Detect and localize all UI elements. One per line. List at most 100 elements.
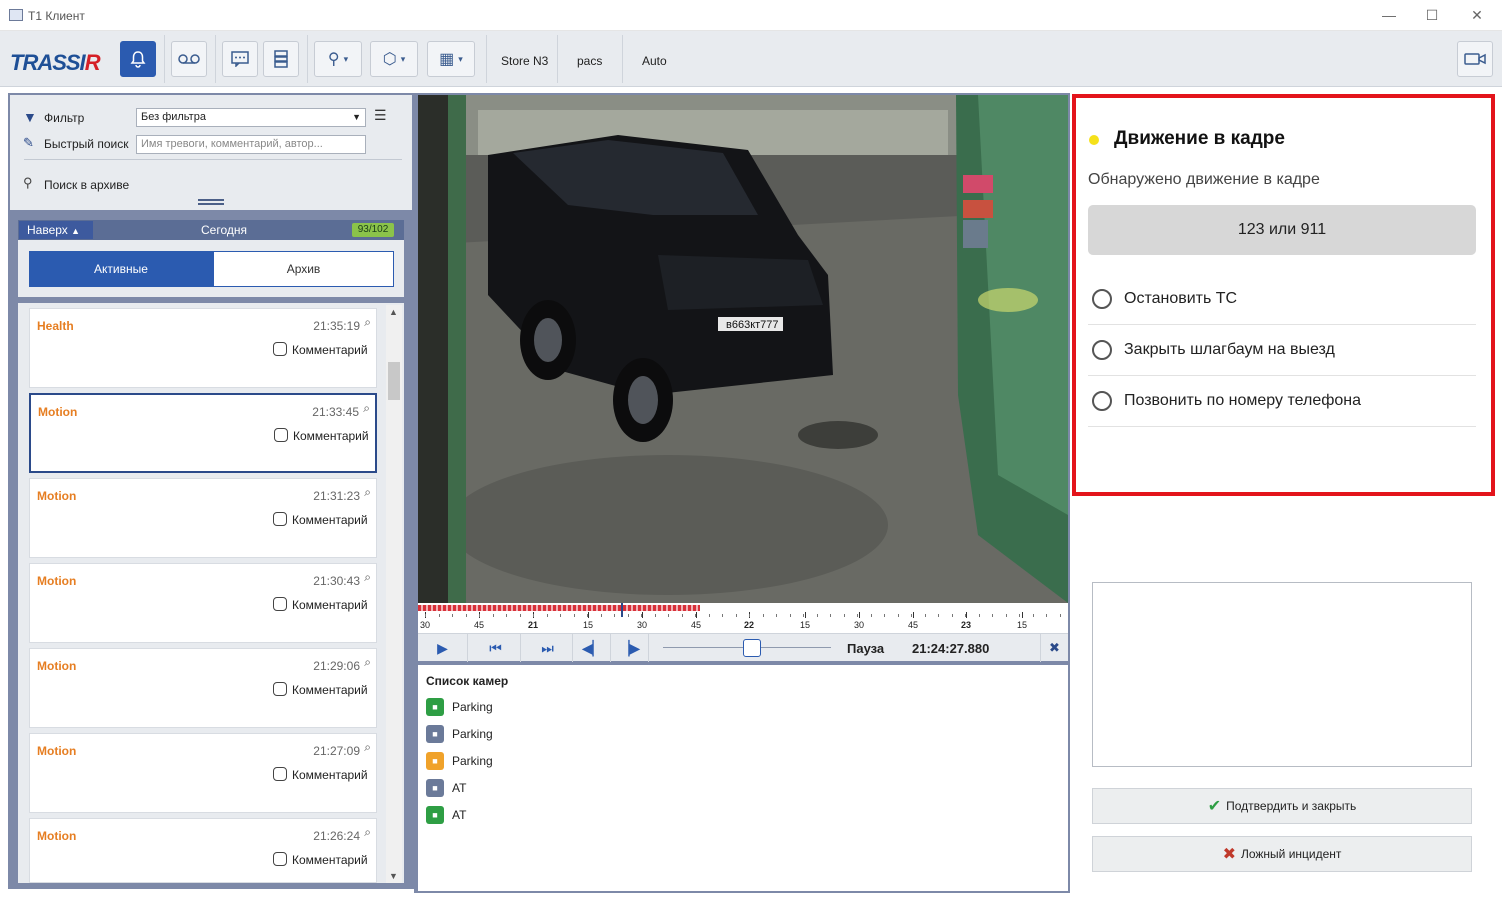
checkmark-icon: ✔ (1207, 798, 1222, 815)
comment-checkbox[interactable] (273, 682, 287, 696)
close-player-button[interactable]: ✖ (1040, 634, 1068, 662)
comment-checkbox[interactable] (273, 597, 287, 611)
cross-icon: ✖ (1222, 846, 1236, 863)
quick-search-input[interactable]: Имя тревоги, комментарий, автор... (136, 135, 366, 154)
camera-item[interactable]: ■ Parking (426, 725, 493, 743)
toolbar-separator (215, 35, 216, 83)
plugins-button[interactable]: ⬡ ▾ (370, 41, 418, 77)
timeline-minor-tick (425, 614, 426, 617)
speed-slider-thumb[interactable] (743, 639, 761, 657)
minimize-button[interactable]: — (1380, 6, 1398, 24)
devices-button[interactable]: ▦ ▾ (427, 41, 475, 77)
tab-auto[interactable]: Auto (642, 54, 667, 68)
timeline-minor-tick (520, 614, 521, 617)
comment-textarea[interactable] (1092, 582, 1472, 767)
frame-back-button[interactable]: ◀▏ (575, 634, 611, 662)
layout-button[interactable] (263, 41, 299, 77)
paperclip-icon: ⌕ (364, 655, 371, 669)
voicemail-button[interactable] (171, 41, 207, 77)
chevron-up-icon: ▲ (71, 226, 81, 236)
toolbar-separator (622, 35, 623, 83)
camera-item[interactable]: ■ Parking (426, 752, 493, 770)
event-card[interactable]: Motion 21:27:09 ⌕ Комментарий (29, 733, 377, 813)
tab-pacs[interactable]: pacs (577, 54, 602, 68)
skip-forward-icon: ⏭ (541, 639, 554, 656)
event-card[interactable]: Motion 21:33:45 ⌕ Комментарий (29, 393, 377, 473)
maximize-button[interactable]: ☐ (1423, 6, 1441, 24)
event-time: 21:27:09 (313, 744, 360, 758)
chevron-down-icon: ▾ (458, 53, 463, 64)
event-type: Health (37, 319, 74, 333)
skip-forward-button[interactable]: ⏭ (523, 634, 573, 662)
scroll-top-button[interactable]: Наверх ▲ (19, 221, 93, 239)
timeline-minor-tick (938, 614, 939, 617)
event-list-scrollbar[interactable]: ▲ ▼ (386, 305, 402, 883)
timeline-minor-tick (925, 614, 926, 617)
chevron-down-icon: ▼ (352, 112, 361, 122)
option-call-phone[interactable]: Позвонить по номеру телефона (1088, 376, 1476, 427)
tab-store-n3[interactable]: Store N3 (501, 54, 548, 68)
video-camera-icon: ■ (426, 779, 444, 797)
confirm-close-button[interactable]: ✔ Подтвердить и закрыть (1092, 788, 1472, 824)
timeline-tick-label: 45 (691, 620, 702, 630)
filter-select[interactable]: Без фильтра ▼ (136, 108, 366, 127)
toolbar-separator (557, 35, 558, 83)
camera-item[interactable]: ■ AT (426, 779, 466, 797)
event-card[interactable]: Motion 21:30:43 ⌕ Комментарий (29, 563, 377, 643)
chat-button[interactable] (222, 41, 258, 77)
camera-item[interactable]: ■ AT (426, 806, 466, 824)
scrollbar-thumb[interactable] (388, 362, 400, 400)
event-card[interactable]: Motion 21:31:23 ⌕ Комментарий (29, 478, 377, 558)
camera-item[interactable]: ■ Parking (426, 698, 493, 716)
scroll-down-icon[interactable]: ▼ (389, 871, 398, 881)
event-card[interactable]: Health 21:35:19 ⌕ Комментарий (29, 308, 377, 388)
play-button[interactable]: ▶ (418, 634, 468, 662)
archive-search-link[interactable]: Поиск в архиве (44, 178, 129, 192)
window-title: T1 Клиент (28, 9, 85, 23)
tape-icon (178, 54, 200, 64)
comment-checkbox[interactable] (273, 512, 287, 526)
event-time: 21:26:24 (313, 829, 360, 843)
timeline-minor-tick (695, 614, 696, 617)
timeline-minor-tick (493, 614, 494, 617)
close-button[interactable]: ✕ (1468, 6, 1486, 24)
timeline[interactable]: 30 45 21 15 30 45 22 15 30 45 23 15 (418, 603, 1068, 633)
timeline-tick-label: 21 (528, 620, 539, 630)
wand-button[interactable]: ⚲ ▾ (314, 41, 362, 77)
event-card[interactable]: Motion 21:29:06 ⌕ Комментарий (29, 648, 377, 728)
scroll-up-icon[interactable]: ▲ (389, 307, 398, 317)
tab-archive[interactable]: Архив (213, 251, 394, 287)
comment-checkbox[interactable] (274, 428, 288, 442)
skip-back-button[interactable]: ⏮ (471, 634, 521, 662)
comment-label: Комментарий (292, 513, 368, 527)
event-time: 21:33:45 (312, 405, 359, 419)
paperclip-icon: ⌕ (364, 315, 371, 329)
option-stop-vehicle[interactable]: Остановить ТС (1088, 274, 1476, 325)
chevron-down-icon: ▾ (343, 53, 349, 64)
sort-list-icon[interactable]: ☰ (374, 107, 387, 124)
tab-active[interactable]: Активные (29, 251, 213, 287)
false-incident-button[interactable]: ✖ Ложный инцидент (1092, 836, 1472, 872)
collapse-handle[interactable] (198, 199, 224, 205)
frame-forward-button[interactable]: ▕▶ (611, 634, 649, 662)
timeline-minor-tick (722, 614, 723, 617)
radio-icon[interactable] (1092, 391, 1112, 411)
timeline-minor-tick (466, 614, 467, 617)
video-frame[interactable]: в663кт777 (418, 95, 1068, 603)
event-card[interactable]: Motion 21:26:24 ⌕ Комментарий (29, 818, 377, 883)
timeline-minor-tick (547, 614, 548, 617)
radio-icon[interactable] (1092, 340, 1112, 360)
phone-number-button[interactable]: 123 или 911 (1088, 205, 1476, 255)
timeline-minor-tick (1060, 614, 1061, 617)
timeline-cursor[interactable] (621, 603, 623, 617)
alarms-button[interactable] (120, 41, 156, 77)
camera-view-button[interactable] (1457, 41, 1493, 77)
incident-subtitle: Обнаружено движение в кадре (1088, 171, 1320, 188)
timeline-minor-tick (628, 614, 629, 617)
comment-checkbox[interactable] (273, 767, 287, 781)
option-close-barrier[interactable]: Закрыть шлагбаум на выезд (1088, 325, 1476, 376)
radio-icon[interactable] (1092, 289, 1112, 309)
comment-checkbox[interactable] (273, 342, 287, 356)
comment-label: Комментарий (292, 683, 368, 697)
comment-checkbox[interactable] (273, 852, 287, 866)
